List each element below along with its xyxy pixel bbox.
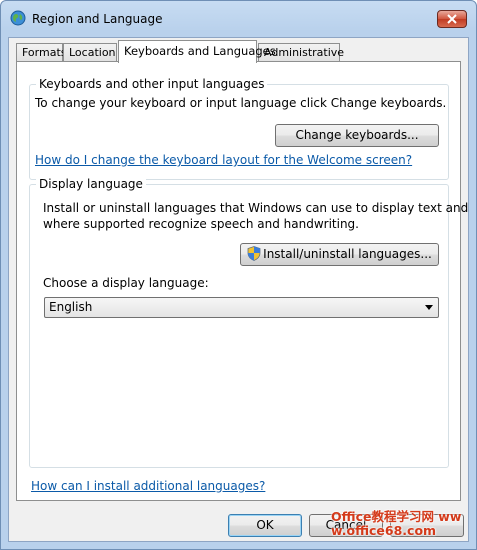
display-language-selected-value: English (49, 300, 93, 314)
region-language-window: Region and Language Formats Location Key… (0, 0, 477, 550)
tab-keyboards-and-languages[interactable]: Keyboards and Languages (118, 40, 276, 63)
keyboards-group: Keyboards and other input languages To c… (29, 77, 449, 180)
globe-icon (10, 10, 26, 26)
chevron-down-icon (425, 305, 433, 310)
title-bar[interactable]: Region and Language (1, 1, 476, 37)
ok-button[interactable]: OK (228, 514, 302, 537)
tab-location[interactable]: Location (63, 43, 117, 62)
welcome-screen-keyboard-link[interactable]: How do I change the keyboard layout for … (35, 153, 412, 167)
uac-shield-icon (247, 246, 261, 261)
display-language-select[interactable]: English (44, 297, 439, 318)
tab-panel: Keyboards and other input languages To c… (16, 61, 468, 501)
display-language-description-line1: Install or uninstall languages that Wind… (43, 201, 469, 215)
install-uninstall-languages-label: Install/uninstall languages... (263, 247, 432, 261)
tab-formats[interactable]: Formats (16, 43, 67, 62)
close-button[interactable] (437, 10, 467, 28)
change-keyboards-button[interactable]: Change keyboards... (275, 124, 439, 147)
display-language-group-title: Display language (36, 177, 146, 191)
dialog-client-area: Formats Location Keyboards and Languages… (8, 37, 469, 542)
window-title: Region and Language (32, 12, 163, 26)
display-language-group: Display language Install or uninstall la… (29, 177, 468, 468)
keyboards-description: To change your keyboard or input languag… (35, 96, 447, 110)
watermark: Office教程学习网 www.office68.com (331, 510, 471, 546)
watermark-text: Office教程学习网 www.office68.com (331, 509, 462, 538)
display-language-description-line2: where supported recognize speech and han… (43, 217, 359, 231)
install-uninstall-languages-button[interactable]: Install/uninstall languages... (240, 243, 439, 266)
keyboards-group-title: Keyboards and other input languages (36, 77, 268, 91)
choose-display-language-label: Choose a display language: (43, 276, 209, 290)
install-additional-languages-link[interactable]: How can I install additional languages? (31, 479, 265, 493)
close-icon (447, 14, 457, 24)
